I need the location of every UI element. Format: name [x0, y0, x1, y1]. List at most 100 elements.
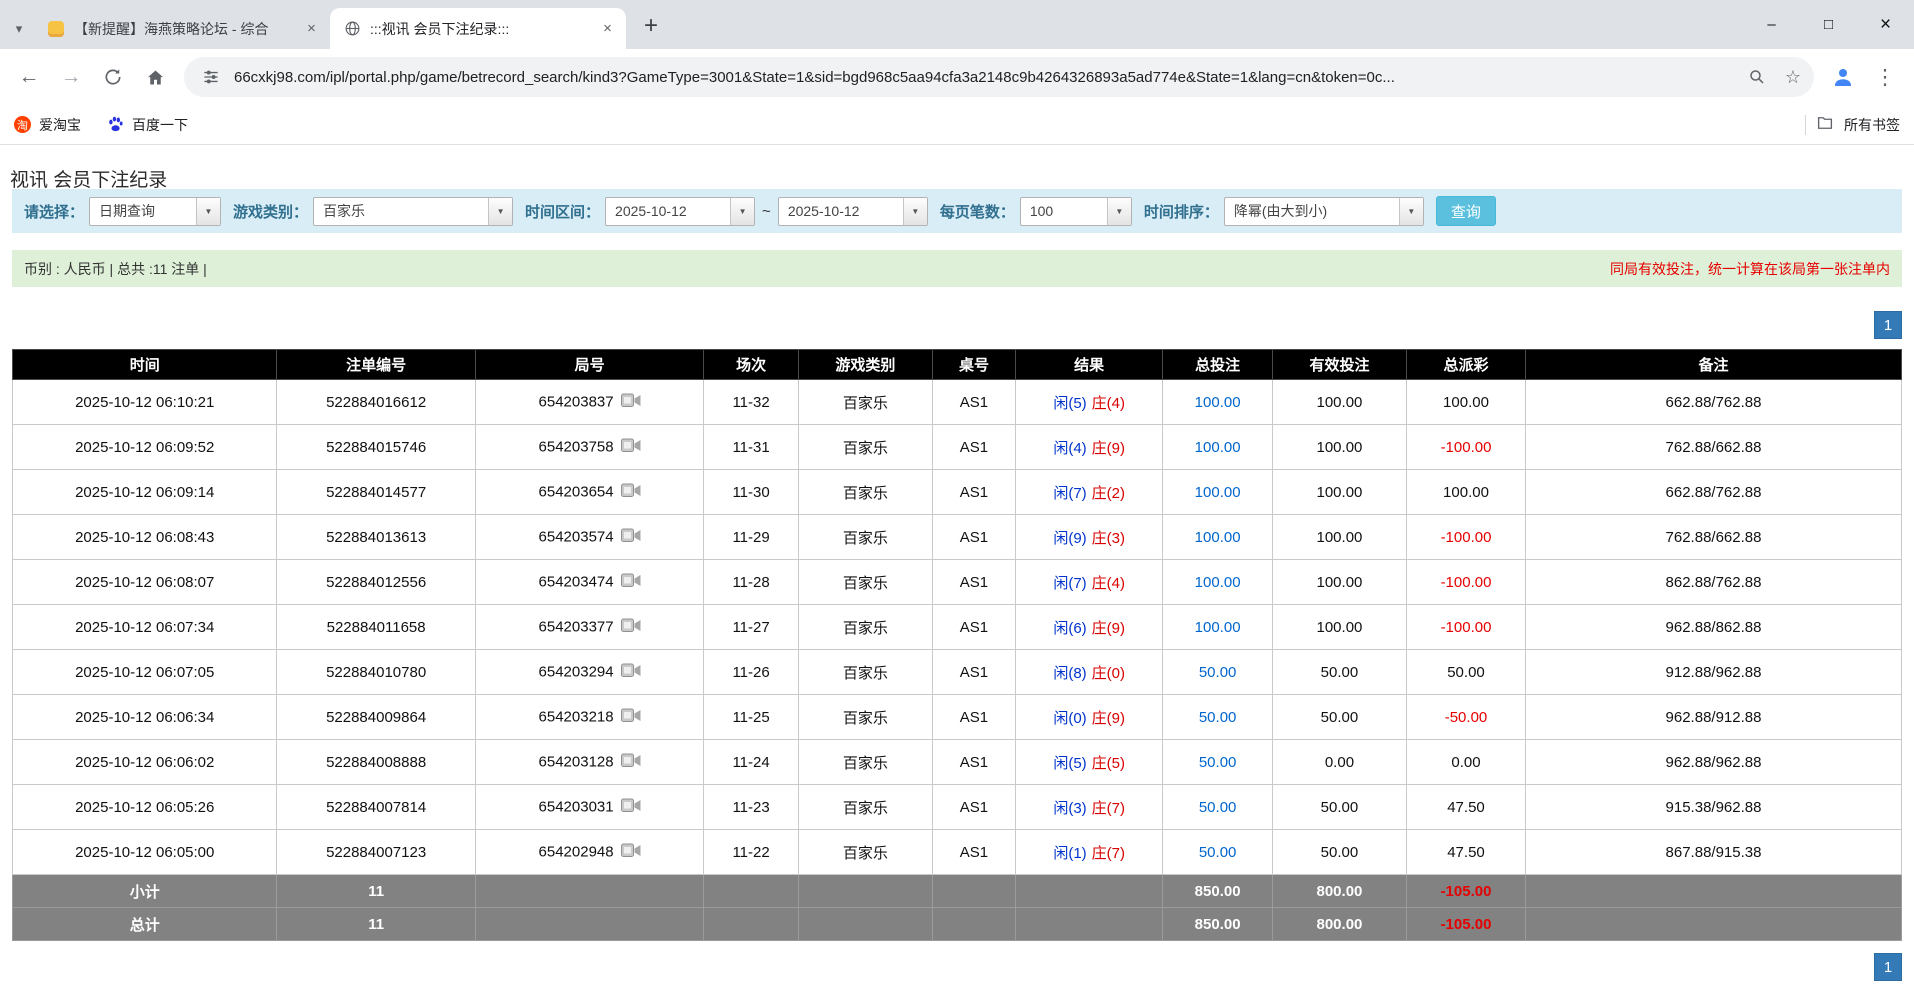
browser-menu-icon[interactable]: ⋮ — [1866, 58, 1904, 96]
sort-order-label: 时间排序： — [1144, 201, 1219, 222]
tab-bet-records[interactable]: :::视讯 会员下注纪录::: × — [330, 8, 626, 49]
bookmark-label: 爱淘宝 — [39, 115, 81, 135]
chevron-down-icon[interactable]: ▼ — [196, 198, 220, 225]
page-size-select[interactable]: 100 ▼ — [1020, 197, 1132, 226]
banker-result: 庄(0) — [1092, 665, 1125, 682]
total-bet-link[interactable]: 50.00 — [1199, 664, 1237, 681]
page-1-button[interactable]: 1 — [1874, 953, 1902, 981]
chevron-down-icon[interactable]: ▼ — [730, 198, 754, 225]
filter-bar: 请选择： 日期查询 ▼ 游戏类别： 百家乐 ▼ 时间区间： 2025-10-12… — [12, 189, 1902, 233]
video-replay-icon[interactable] — [621, 438, 641, 457]
cell-bet-id: 522884012556 — [277, 560, 475, 605]
cell-valid-bet: 50.00 — [1272, 785, 1406, 830]
total-bet-link[interactable]: 50.00 — [1199, 844, 1237, 861]
date-from-value: 2025-10-12 — [606, 198, 730, 225]
cell-note: 762.88/662.88 — [1526, 515, 1902, 560]
cell-total-bet: 50.00 — [1163, 740, 1273, 785]
page-size-label: 每页笔数： — [940, 201, 1015, 222]
query-type-value: 日期查询 — [90, 198, 196, 225]
forward-button[interactable]: → — [52, 58, 90, 96]
cell-table-no: AS1 — [932, 515, 1015, 560]
refresh-button[interactable] — [94, 58, 132, 96]
video-replay-icon[interactable] — [621, 573, 641, 592]
chevron-down-icon[interactable]: ▼ — [1399, 198, 1423, 225]
chevron-down-icon[interactable]: ▼ — [903, 198, 927, 225]
player-result: 闲(1) — [1053, 845, 1086, 862]
video-replay-icon[interactable] — [621, 798, 641, 817]
profile-avatar-icon[interactable] — [1824, 58, 1862, 96]
query-type-select[interactable]: 日期查询 ▼ — [89, 197, 221, 226]
minimize-button[interactable]: – — [1743, 0, 1800, 49]
banker-result: 庄(4) — [1092, 575, 1125, 592]
folder-icon — [1816, 114, 1834, 135]
cell-valid-bet: 0.00 — [1272, 740, 1406, 785]
header-result: 结果 — [1016, 350, 1163, 380]
all-bookmarks[interactable]: 所有书签 — [1805, 114, 1900, 135]
currency-total-text: 币别 : 人民币 | 总共 :11 注单 | — [24, 259, 207, 279]
date-to-select[interactable]: 2025-10-12 ▼ — [778, 197, 928, 226]
cell-session: 11-25 — [704, 695, 798, 740]
new-tab-button[interactable]: + — [634, 9, 668, 43]
video-replay-icon[interactable] — [621, 393, 641, 412]
video-replay-icon[interactable] — [621, 618, 641, 637]
date-from-select[interactable]: 2025-10-12 ▼ — [605, 197, 755, 226]
chevron-down-icon[interactable]: ▼ — [1107, 198, 1131, 225]
chevron-down-icon[interactable]: ▼ — [488, 198, 512, 225]
cell-game: 百家乐 — [798, 560, 932, 605]
close-tab-icon[interactable]: × — [597, 18, 618, 39]
search-button[interactable]: 查询 — [1436, 196, 1496, 226]
close-tab-icon[interactable]: × — [301, 18, 322, 39]
total-bet-link[interactable]: 100.00 — [1195, 394, 1241, 411]
total-bet-link[interactable]: 100.00 — [1195, 619, 1241, 636]
total-bet-link[interactable]: 100.00 — [1195, 529, 1241, 546]
total-bet-link[interactable]: 50.00 — [1199, 799, 1237, 816]
cell-table-no: AS1 — [932, 650, 1015, 695]
cell-note: 962.88/862.88 — [1526, 605, 1902, 650]
site-settings-tune-icon[interactable] — [198, 64, 224, 90]
grand-total-payout: -105.00 — [1407, 908, 1526, 941]
page-1-button[interactable]: 1 — [1874, 311, 1902, 339]
cell-table-no: AS1 — [932, 380, 1015, 425]
pagination-bottom: 1 — [12, 953, 1902, 981]
maximize-button[interactable]: □ — [1800, 0, 1857, 49]
video-replay-icon[interactable] — [621, 663, 641, 682]
video-replay-icon[interactable] — [621, 708, 641, 727]
cell-note: 962.88/962.88 — [1526, 740, 1902, 785]
video-replay-icon[interactable] — [621, 528, 641, 547]
bookmark-baidu[interactable]: 百度一下 — [107, 115, 188, 135]
total-bet-link[interactable]: 50.00 — [1199, 754, 1237, 771]
total-bet-link[interactable]: 100.00 — [1195, 484, 1241, 501]
cell-round: 654202948 — [475, 830, 704, 875]
zoom-icon[interactable] — [1744, 64, 1770, 90]
tab-search-icon[interactable]: ▾ — [4, 8, 34, 49]
cell-result: 闲(4)庄(9) — [1016, 425, 1163, 470]
select-type-label: 请选择： — [24, 201, 84, 222]
game-type-select[interactable]: 百家乐 ▼ — [313, 197, 513, 226]
total-bet-link[interactable]: 100.00 — [1195, 439, 1241, 456]
bookmark-star-icon[interactable]: ☆ — [1780, 64, 1806, 90]
round-number: 654203377 — [539, 618, 614, 635]
cell-total-bet: 50.00 — [1163, 695, 1273, 740]
table-row: 2025-10-12 06:07:05 522884010780 6542032… — [13, 650, 1902, 695]
bookmarks-bar: 淘 爱淘宝 百度一下 所有书签 — [0, 105, 1914, 145]
home-button[interactable] — [136, 58, 174, 96]
url-text[interactable]: 66cxkj98.com/ipl/portal.php/game/betreco… — [234, 69, 1734, 86]
sort-order-select[interactable]: 降幂(由大到小) ▼ — [1224, 197, 1424, 226]
cell-bet-id: 522884010780 — [277, 650, 475, 695]
cell-round: 654203574 — [475, 515, 704, 560]
close-window-button[interactable]: × — [1857, 0, 1914, 49]
cell-payout: -100.00 — [1407, 605, 1526, 650]
total-bet-link[interactable]: 100.00 — [1195, 574, 1241, 591]
video-replay-icon[interactable] — [621, 753, 641, 772]
player-result: 闲(6) — [1053, 620, 1086, 637]
total-bet-link[interactable]: 50.00 — [1199, 709, 1237, 726]
back-button[interactable]: ← — [10, 58, 48, 96]
address-bar[interactable]: 66cxkj98.com/ipl/portal.php/game/betreco… — [184, 57, 1814, 97]
video-replay-icon[interactable] — [621, 483, 641, 502]
cell-session: 11-31 — [704, 425, 798, 470]
cell-result: 闲(7)庄(2) — [1016, 470, 1163, 515]
round-number: 654203474 — [539, 573, 614, 590]
tab-forum[interactable]: 【新提醒】海燕策略论坛 - 综合 × — [34, 8, 330, 49]
video-replay-icon[interactable] — [621, 843, 641, 862]
bookmark-aitaobao[interactable]: 淘 爱淘宝 — [14, 115, 81, 135]
